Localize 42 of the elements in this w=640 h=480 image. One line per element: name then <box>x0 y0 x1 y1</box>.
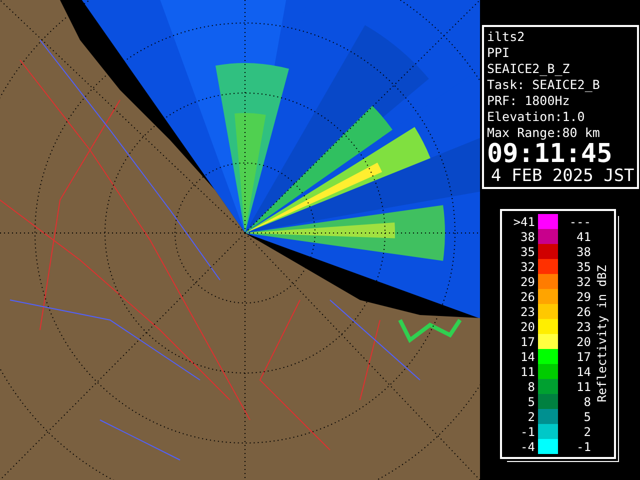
legend-value: 5 <box>582 410 591 424</box>
info-line: PPI <box>487 45 511 61</box>
legend-value: 41 <box>576 230 591 244</box>
legend-value: -1 <box>576 440 591 454</box>
legend-value: 8 <box>526 380 535 394</box>
info-line: PRF: 1800Hz <box>487 93 571 109</box>
legend-value: 20 <box>576 334 591 348</box>
legend-value: 29 <box>520 274 535 288</box>
legend-value: 29 <box>576 290 591 304</box>
legend-value: 23 <box>520 304 535 318</box>
legend-value: 23 <box>576 320 591 334</box>
legend-title: Reflectivity in dBZ <box>595 265 609 403</box>
legend-value: 8 <box>582 394 591 408</box>
legend-value: 26 <box>520 290 535 304</box>
legend-value: 2 <box>582 424 591 438</box>
legend-value: 38 <box>520 230 535 244</box>
date-label: 4 FEB 2025 JST <box>490 167 636 185</box>
legend-value: 35 <box>576 260 591 274</box>
legend-value: 26 <box>576 304 591 318</box>
legend-value: 17 <box>576 350 591 364</box>
legend-value: 32 <box>520 260 535 274</box>
time-label: 09:11:45 <box>487 141 612 167</box>
legend-value: 20 <box>520 320 535 334</box>
info-line: Task: SEAICE2_B <box>487 77 601 93</box>
legend-value: -4 <box>520 440 535 454</box>
legend-value: 11 <box>520 364 535 378</box>
legend-value: 5 <box>526 394 535 408</box>
legend-value: >41 <box>512 214 535 228</box>
info-line: ilts2 <box>487 29 526 45</box>
legend-value: 38 <box>576 244 591 258</box>
info-line: Max Range:80 km <box>487 125 601 141</box>
legend-value: -1 <box>520 424 535 438</box>
info-line: Elevation:1.0 <box>487 109 586 125</box>
info-line: SEAICE2_B_Z <box>487 61 571 77</box>
legend-value: 35 <box>520 244 535 258</box>
legend-value: --- <box>568 214 591 228</box>
legend-value: 2 <box>526 410 535 424</box>
legend-value: 14 <box>520 350 535 364</box>
legend-value: 32 <box>576 274 591 288</box>
legend-value: 11 <box>576 380 591 394</box>
legend-value: 14 <box>576 364 591 378</box>
legend-value: 17 <box>520 334 535 348</box>
